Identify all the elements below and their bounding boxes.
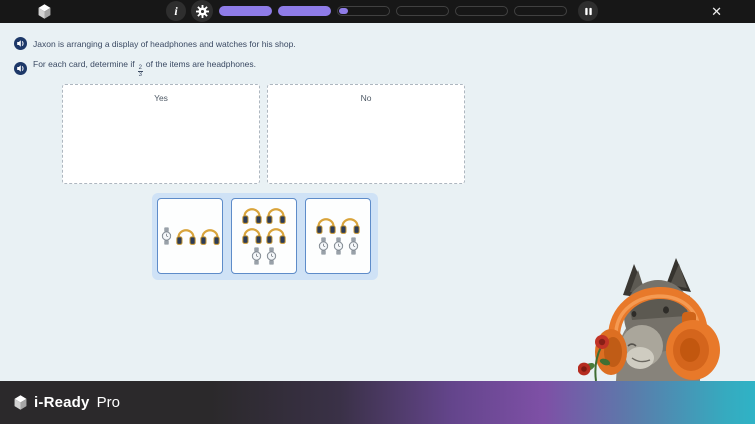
pause-icon: [584, 7, 592, 15]
headphone-icon: [266, 208, 286, 224]
headphone-icon: [175, 228, 196, 245]
headphone-icon: [340, 218, 360, 234]
iready-pro-logo: i-Ready Pro: [12, 394, 120, 411]
progress-segment-2: [278, 6, 331, 16]
card-row: [318, 237, 359, 255]
progress-segment-1: [219, 6, 272, 16]
brand-suffix: Pro: [96, 394, 120, 411]
item-card-1[interactable]: [157, 198, 223, 274]
card-tray: [152, 193, 378, 280]
cube-logo-icon: [36, 3, 53, 20]
watch-icon: [161, 227, 171, 245]
watch-icon: [251, 247, 262, 265]
item-card-2[interactable]: [231, 198, 297, 274]
card-row: [242, 227, 286, 244]
watch-icon: [348, 237, 358, 255]
progress-segment-3: [337, 6, 390, 16]
info-button[interactable]: i: [166, 1, 186, 21]
card-row: [316, 217, 360, 234]
instruction-line-1: Jaxon is arranging a display of headphon…: [14, 37, 296, 50]
footer-bar: i-Ready Pro: [0, 381, 755, 424]
headphone-icon: [316, 218, 336, 234]
audio-play-button[interactable]: [14, 62, 27, 76]
card-row: [242, 207, 286, 224]
audio-play-button[interactable]: [14, 37, 27, 50]
headphone-icon: [242, 228, 262, 244]
app-window: i ✕ Jaxon is arranging a display of head…: [0, 0, 755, 424]
drop-zone-label: Yes: [154, 93, 168, 103]
headphone-icon: [242, 208, 262, 224]
speaker-audio-icon: [14, 37, 27, 50]
close-button[interactable]: ✕: [711, 3, 722, 20]
card-row: [251, 247, 277, 265]
watch-icon: [266, 247, 277, 265]
headphone-icon: [199, 228, 220, 245]
cube-icon: [14, 395, 27, 410]
item-card-3[interactable]: [305, 198, 371, 274]
headphone-icon: [266, 228, 286, 244]
pause-button[interactable]: [578, 1, 598, 21]
brand-text: i-Ready: [34, 394, 90, 411]
watch-icon: [333, 237, 343, 255]
top-bar: i ✕: [0, 0, 755, 23]
drop-zone-yes[interactable]: Yes: [62, 84, 260, 184]
fraction-two-thirds: 23: [137, 65, 143, 79]
instruction-text: Jaxon is arranging a display of headphon…: [33, 38, 296, 49]
progress-segment-4: [396, 6, 449, 16]
settings-button[interactable]: [191, 0, 213, 22]
card-row: [161, 227, 220, 245]
drop-zone-label: No: [360, 93, 372, 103]
instruction-line-2: For each card, determine if 2 3 of the item…: [14, 59, 256, 79]
instruction-text: For each card, determine if 2 3 of the item…: [33, 59, 257, 79]
gear-icon: [195, 4, 209, 18]
watch-icon: [318, 237, 328, 255]
speaker-audio-icon: [14, 62, 27, 76]
progress-segment-5: [455, 6, 508, 16]
progress-bar: [219, 6, 567, 16]
drop-zone-no[interactable]: No: [267, 84, 465, 184]
llama-with-headphones-image: [577, 254, 740, 382]
progress-segment-6: [514, 6, 567, 16]
